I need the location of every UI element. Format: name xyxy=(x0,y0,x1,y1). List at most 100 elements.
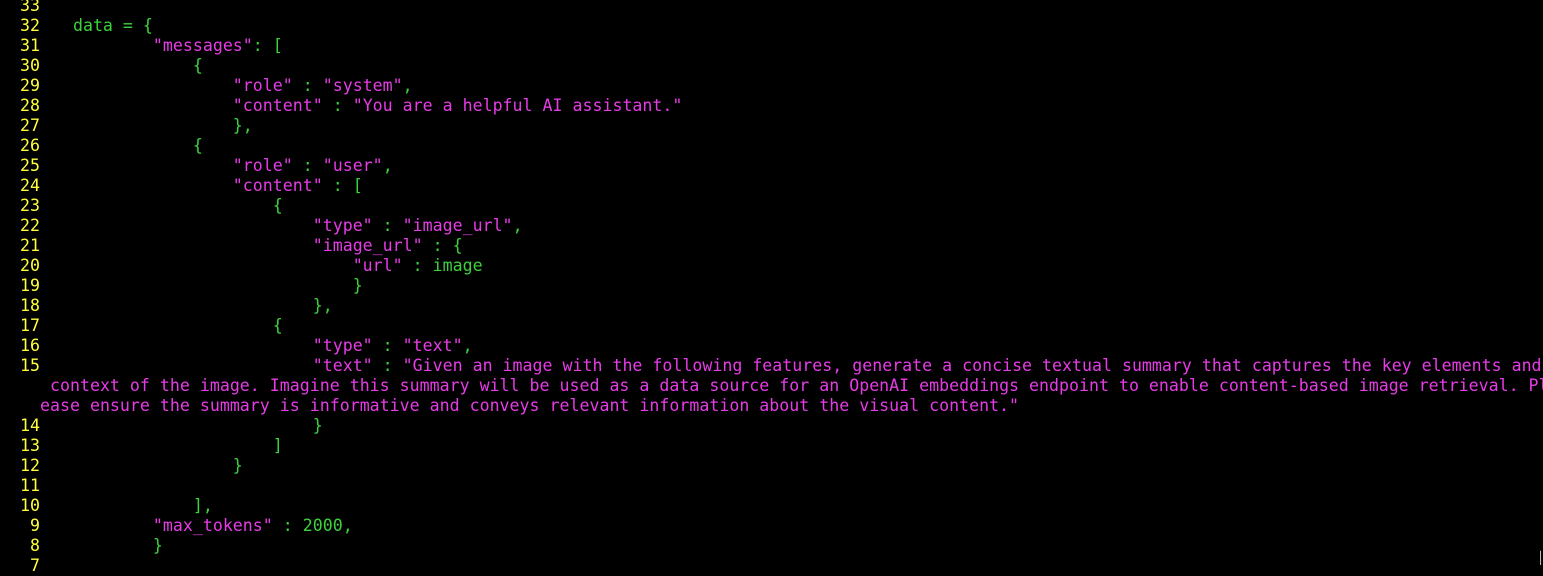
code-token: : xyxy=(372,336,403,355)
code-line: 14 } xyxy=(0,416,1543,436)
code-line: 17 { xyxy=(0,316,1543,336)
code-token: { xyxy=(33,56,203,75)
line-content: "messages": [ xyxy=(33,36,283,56)
line-content: context of the image. Imagine this summa… xyxy=(40,376,1543,396)
string-token: "text" xyxy=(33,356,373,375)
code-token: : [ xyxy=(252,36,283,55)
code-line: 20 "url" : image xyxy=(0,256,1543,276)
code-line-wrap: context of the image. Imagine this summa… xyxy=(0,376,1543,396)
code-line: 11 xyxy=(0,476,1543,496)
code-line: 32 data = { xyxy=(0,16,1543,36)
code-token: , xyxy=(462,336,473,355)
code-line: 15 "text" : "Given an image with the fol… xyxy=(0,356,1543,376)
code-token: }, xyxy=(33,116,253,135)
code-token: : { xyxy=(422,236,463,255)
code-token: { xyxy=(33,196,283,215)
code-line: 33 xyxy=(0,0,1543,16)
code-line: 18 }, xyxy=(0,296,1543,316)
string-token: "content" xyxy=(33,96,323,115)
code-line: 9 "max_tokens" : 2000, xyxy=(0,516,1543,536)
string-token: "content" xyxy=(33,176,323,195)
line-content: "image_url" : { xyxy=(33,236,463,256)
code-line: 19 } xyxy=(0,276,1543,296)
code-line: 26 { xyxy=(0,136,1543,156)
code-line: 16 "type" : "text", xyxy=(0,336,1543,356)
string-token: context of the image. Imagine this summa… xyxy=(40,376,1543,395)
line-content: ease ensure the summary is informative a… xyxy=(40,396,1019,416)
string-token: "image_url" xyxy=(402,216,513,235)
code-token: : xyxy=(292,156,323,175)
code-token: : image xyxy=(402,256,483,275)
line-content: } xyxy=(33,416,323,436)
line-number: 7 xyxy=(30,556,40,575)
code-token: } xyxy=(33,456,243,475)
code-token: : [ xyxy=(322,176,363,195)
code-line: 23 { xyxy=(0,196,1543,216)
line-content: }, xyxy=(33,296,333,316)
code-token: } xyxy=(33,276,363,295)
line-content: "text" : "Given an image with the follow… xyxy=(33,356,1542,376)
line-content: { xyxy=(33,196,283,216)
string-token: ease ensure the summary is informative a… xyxy=(40,396,1020,415)
code-token: ] xyxy=(33,436,283,455)
code-token: : xyxy=(372,216,403,235)
code-line: 31 "messages": [ xyxy=(0,36,1543,56)
string-token: "url" xyxy=(33,256,403,275)
code-line: 12 } xyxy=(0,456,1543,476)
line-content: }, xyxy=(33,116,253,136)
code-line: 24 "content" : [ xyxy=(0,176,1543,196)
code-token: : 2000, xyxy=(272,516,353,535)
line-content: ] xyxy=(33,436,283,456)
code-token: } xyxy=(33,416,323,435)
code-line-wrap: ease ensure the summary is informative a… xyxy=(0,396,1543,416)
code-line: 27 }, xyxy=(0,116,1543,136)
code-token: , xyxy=(512,216,523,235)
line-content: "url" : image xyxy=(33,256,483,276)
string-token: "user" xyxy=(322,156,383,175)
code-token: { xyxy=(33,316,283,335)
line-content: { xyxy=(33,136,203,156)
line-content: "role" : "user", xyxy=(33,156,393,176)
line-number: 11 xyxy=(20,476,40,495)
line-content: { xyxy=(33,56,203,76)
code-token: }, xyxy=(33,296,333,315)
code-token: : xyxy=(372,356,403,375)
line-number: 33 xyxy=(20,0,40,15)
string-token: "system" xyxy=(322,76,403,95)
code-token: : xyxy=(322,96,353,115)
code-line: 25 "role" : "user", xyxy=(0,156,1543,176)
code-line: 10 ], xyxy=(0,496,1543,516)
line-content: "type" : "image_url", xyxy=(33,216,523,236)
string-token: "type" xyxy=(33,336,373,355)
string-token: "type" xyxy=(33,216,373,235)
string-token: "max_tokens" xyxy=(33,516,273,535)
code-token: : xyxy=(292,76,323,95)
code-token: data = { xyxy=(33,16,153,35)
line-content: "role" : "system", xyxy=(33,76,413,96)
line-content: } xyxy=(33,276,363,296)
string-token: "image_url" xyxy=(33,236,423,255)
line-content: "type" : "text", xyxy=(33,336,473,356)
code-line: 8 } xyxy=(0,536,1543,556)
line-content: "content" : "You are a helpful AI assist… xyxy=(33,96,683,116)
code-line: 29 "role" : "system", xyxy=(0,76,1543,96)
line-content: "content" : [ xyxy=(33,176,363,196)
code-line: 30 { xyxy=(0,56,1543,76)
code-editor[interactable]: 33 32 data = {31 "messages": [30 {29 "rol… xyxy=(0,0,1543,576)
string-token: "Given an image with the following featu… xyxy=(402,356,1542,375)
code-line: 22 "type" : "image_url", xyxy=(0,216,1543,236)
line-content: ], xyxy=(33,496,213,516)
code-token: ], xyxy=(33,496,213,515)
line-content: "max_tokens" : 2000, xyxy=(33,516,353,536)
code-line: 7 xyxy=(0,556,1543,576)
string-token: "You are a helpful AI assistant." xyxy=(352,96,683,115)
code-token: { xyxy=(33,136,203,155)
string-token: "role" xyxy=(33,156,293,175)
line-content: } xyxy=(33,456,243,476)
line-content: data = { xyxy=(33,16,153,36)
code-line: 28 "content" : "You are a helpful AI ass… xyxy=(0,96,1543,116)
text-cursor: │ xyxy=(1537,551,1543,565)
code-line: 13 ] xyxy=(0,436,1543,456)
code-line: 21 "image_url" : { xyxy=(0,236,1543,256)
code-token: } xyxy=(33,536,163,555)
